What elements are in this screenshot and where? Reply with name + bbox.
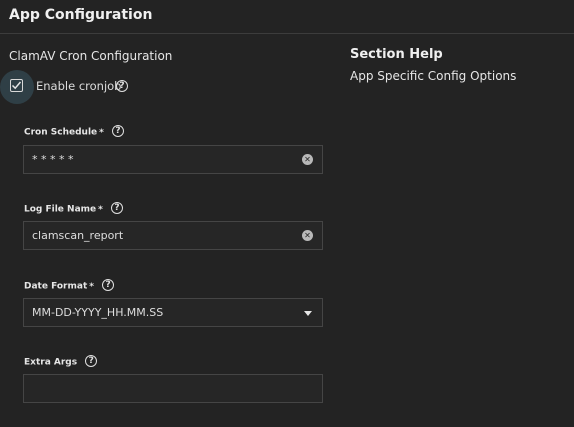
section-help-text: App Specific Config Options <box>350 69 517 83</box>
required-marker: * <box>89 281 94 292</box>
cron-schedule-input[interactable]: * * * * * ✕ <box>23 145 323 174</box>
clear-circle-icon[interactable]: ✕ <box>302 230 313 241</box>
checkbox-box[interactable] <box>10 79 23 92</box>
clear-circle-icon[interactable]: ✕ <box>302 154 313 165</box>
page-title: App Configuration <box>9 7 153 23</box>
cron-schedule-label: Cron Schedule * ? <box>24 125 124 138</box>
date-format-label: Date Format * ? <box>24 279 115 292</box>
required-marker: * <box>98 204 103 215</box>
section-title: ClamAV Cron Configuration <box>9 49 173 63</box>
help-circle-icon[interactable]: ? <box>111 202 123 214</box>
help-circle-icon[interactable]: ? <box>116 80 128 92</box>
extra-args-label-text: Extra Args <box>24 357 78 368</box>
help-circle-icon[interactable]: ? <box>102 279 115 291</box>
required-marker: * <box>99 127 104 138</box>
date-format-value: MM-DD-YYYY_HH.MM.SS <box>32 306 164 319</box>
extra-args-input[interactable] <box>23 374 323 403</box>
extra-args-label: Extra Args ? <box>24 355 98 368</box>
log-file-name-label: Log File Name * ? <box>24 202 123 215</box>
checkmark-icon <box>11 81 22 90</box>
help-circle-icon[interactable]: ? <box>112 125 124 137</box>
date-format-label-text: Date Format <box>24 281 88 292</box>
log-file-name-input[interactable]: clamscan_report ✕ <box>23 221 323 250</box>
enable-cronjob-checkbox[interactable] <box>0 70 34 104</box>
caret-down-icon[interactable] <box>304 311 312 316</box>
log-file-name-label-text: Log File Name <box>24 204 97 215</box>
log-file-name-value: clamscan_report <box>32 229 124 242</box>
page-header: App Configuration <box>0 0 574 34</box>
section-help-title: Section Help <box>350 47 443 62</box>
cron-schedule-value: * * * * * <box>32 153 74 166</box>
enable-cronjob-label: Enable cronjob <box>36 79 122 93</box>
cron-schedule-label-text: Cron Schedule <box>24 127 98 138</box>
help-circle-icon[interactable]: ? <box>85 355 98 367</box>
date-format-select[interactable]: MM-DD-YYYY_HH.MM.SS <box>23 298 323 327</box>
